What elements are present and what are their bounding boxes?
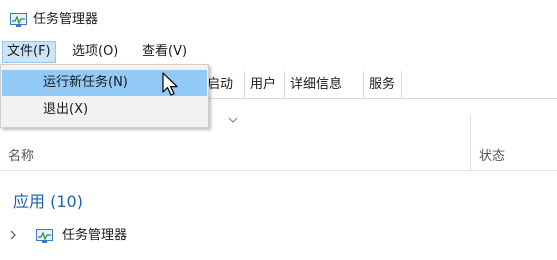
task-manager-icon (36, 229, 53, 243)
menu-bar: 文件(F) 选项(O) 查看(V) (0, 40, 557, 64)
column-status[interactable]: 状态 (479, 145, 505, 164)
group-title: 应用 (10) (13, 192, 83, 211)
list-item-label: 任务管理器 (62, 228, 128, 243)
mouse-pointer-icon (162, 72, 178, 96)
window-title: 任务管理器 (33, 12, 99, 27)
chevron-right-icon[interactable] (9, 229, 17, 241)
list-item[interactable]: 任务管理器 (0, 224, 557, 250)
column-divider[interactable] (470, 115, 471, 170)
task-manager-icon (10, 13, 27, 27)
tab-details[interactable]: 详细信息 (285, 71, 364, 98)
column-name[interactable]: 名称 (8, 145, 34, 164)
menu-item-exit[interactable]: 退出(X) (2, 97, 207, 123)
chevron-down-icon[interactable] (228, 116, 238, 124)
menu-file[interactable]: 文件(F) (2, 41, 56, 63)
title-bar: 任务管理器 (0, 0, 557, 40)
menu-item-label: 运行新任务(N) (43, 75, 128, 90)
menu-item-label: 退出(X) (43, 102, 89, 117)
menu-options[interactable]: 选项(O) (68, 42, 122, 62)
menu-view[interactable]: 查看(V) (138, 42, 191, 62)
tab-services[interactable]: 服务 (364, 71, 402, 98)
tab-users[interactable]: 用户 (245, 71, 285, 98)
